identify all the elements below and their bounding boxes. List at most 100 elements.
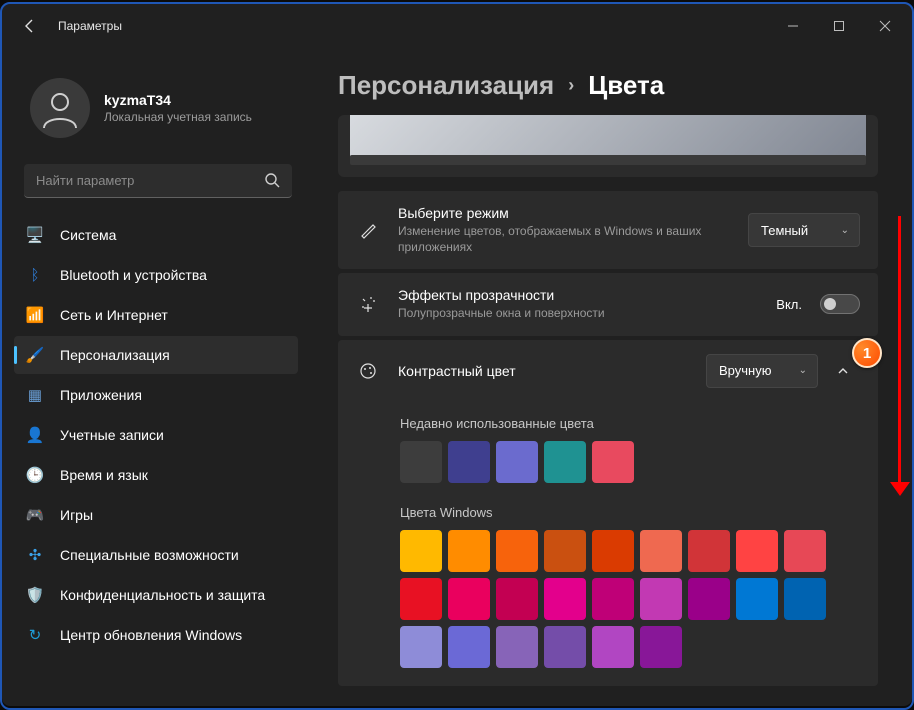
user-icon	[40, 88, 80, 128]
chevron-down-icon: ⌄	[841, 225, 849, 236]
color-swatch[interactable]	[400, 530, 442, 572]
sidebar-item-0[interactable]: 🖥️ Система	[14, 216, 298, 254]
sidebar-item-8[interactable]: ✣ Специальные возможности	[14, 536, 298, 574]
sidebar-item-3[interactable]: 🖌️Персонализация	[14, 336, 298, 374]
sidebar-item-5[interactable]: 👤 Учетные записи	[14, 416, 298, 454]
sidebar-item-4[interactable]: ▦ Приложения	[14, 376, 298, 414]
window-title: Параметры	[58, 19, 122, 33]
minimize-icon	[787, 20, 799, 32]
sidebar-icon: 👤	[26, 426, 44, 444]
color-swatch[interactable]	[592, 441, 634, 483]
breadcrumb: Персонализация › Цвета	[338, 56, 878, 115]
sidebar-icon: ᛒ	[26, 266, 44, 284]
color-swatch[interactable]	[736, 530, 778, 572]
sidebar-item-2[interactable]: 📶 Сеть и Интернет	[14, 296, 298, 334]
color-swatch[interactable]	[400, 626, 442, 668]
sidebar-item-10[interactable]: ↻ Центр обновления Windows	[14, 616, 298, 654]
color-swatch[interactable]	[400, 578, 442, 620]
color-swatch[interactable]	[496, 578, 538, 620]
sidebar-item-7[interactable]: 🎮Игры	[14, 496, 298, 534]
avatar	[30, 78, 90, 138]
color-swatch[interactable]	[544, 530, 586, 572]
sparkle-icon	[356, 295, 380, 313]
palette-icon	[356, 362, 380, 380]
color-swatch[interactable]	[640, 530, 682, 572]
maximize-button[interactable]	[816, 6, 862, 46]
sidebar-item-9[interactable]: 🛡️ Конфиденциальность и защита	[14, 576, 298, 614]
color-swatch[interactable]	[592, 530, 634, 572]
sidebar-icon: 🛡️	[26, 586, 44, 604]
sidebar-icon: ✣	[26, 546, 44, 564]
sidebar-item-label: Учетные записи	[60, 427, 164, 443]
close-icon	[879, 20, 891, 32]
annotation-badge-1: 1	[852, 338, 882, 368]
minimize-button[interactable]	[770, 6, 816, 46]
color-swatch[interactable]	[544, 578, 586, 620]
color-swatch[interactable]	[400, 441, 442, 483]
sidebar-icon: 🕒	[26, 466, 44, 484]
color-swatch[interactable]	[496, 441, 538, 483]
color-swatch[interactable]	[640, 626, 682, 668]
recent-colors-label: Недавно использованные цвета	[400, 416, 860, 431]
color-swatch[interactable]	[640, 578, 682, 620]
mode-subtitle: Изменение цветов, отображаемых в Windows…	[398, 223, 748, 255]
accent-dropdown[interactable]: Вручную ⌄	[706, 354, 818, 388]
color-swatch[interactable]	[784, 578, 826, 620]
mode-dropdown[interactable]: Темный ⌄	[748, 213, 860, 247]
sidebar-item-label: Конфиденциальность и защита	[60, 587, 265, 603]
sidebar-item-label: Приложения	[60, 387, 142, 403]
close-button[interactable]	[862, 6, 908, 46]
sidebar-icon: 📶	[26, 306, 44, 324]
back-button[interactable]	[10, 6, 50, 46]
sidebar-item-label: Центр обновления Windows	[60, 627, 242, 643]
sidebar-item-label: Система	[60, 227, 116, 243]
color-swatch[interactable]	[448, 530, 490, 572]
color-swatch[interactable]	[688, 578, 730, 620]
chevron-right-icon: ›	[568, 75, 574, 96]
color-swatch[interactable]	[544, 626, 586, 668]
windows-colors-grid	[400, 530, 860, 668]
color-swatch[interactable]	[784, 530, 826, 572]
chevron-down-icon: ⌄	[799, 365, 807, 376]
sidebar-item-label: Специальные возможности	[60, 547, 239, 563]
sidebar-icon: 🖌️	[26, 346, 44, 364]
search-input[interactable]	[24, 164, 292, 198]
color-swatch[interactable]	[448, 578, 490, 620]
mode-value: Темный	[761, 223, 808, 238]
breadcrumb-parent[interactable]: Персонализация	[338, 70, 554, 101]
color-swatch[interactable]	[592, 626, 634, 668]
mode-setting-row[interactable]: Выберите режим Изменение цветов, отображ…	[338, 191, 878, 269]
transparency-setting-row[interactable]: Эффекты прозрачности Полупрозрачные окна…	[338, 273, 878, 335]
color-swatch[interactable]	[496, 530, 538, 572]
color-swatch[interactable]	[448, 441, 490, 483]
color-swatch[interactable]	[496, 626, 538, 668]
sidebar-item-label: Игры	[60, 507, 93, 523]
chevron-up-icon	[837, 365, 849, 377]
color-swatch[interactable]	[544, 441, 586, 483]
accent-value: Вручную	[719, 363, 771, 378]
user-name: kyzmaT34	[104, 92, 252, 108]
color-swatch[interactable]	[448, 626, 490, 668]
color-swatch[interactable]	[736, 578, 778, 620]
sidebar-icon: ↻	[26, 626, 44, 644]
toggle-state-label: Вкл.	[776, 297, 802, 312]
sidebar-item-label: Сеть и Интернет	[60, 307, 168, 323]
sidebar-nav: 🖥️ Система ᛒ Bluetooth и устройства 📶 Сеть и …	[2, 216, 310, 656]
transparency-toggle[interactable]	[820, 294, 860, 314]
user-block: kyzmaT34 Локальная учетная запись	[2, 54, 310, 160]
color-swatch[interactable]	[592, 578, 634, 620]
sidebar-icon: 🖥️	[26, 226, 44, 244]
sidebar-item-1[interactable]: ᛒ Bluetooth и устройства	[14, 256, 298, 294]
color-swatch[interactable]	[688, 530, 730, 572]
transparency-subtitle: Полупрозрачные окна и поверхности	[398, 305, 776, 321]
sidebar-icon: ▦	[26, 386, 44, 404]
breadcrumb-current: Цвета	[588, 70, 664, 101]
recent-colors-row	[400, 441, 860, 483]
accent-setting-row[interactable]: Контрастный цвет Вручную ⌄	[338, 340, 878, 402]
sidebar-item-label: Bluetooth и устройства	[60, 267, 207, 283]
arrow-left-icon	[22, 18, 38, 34]
transparency-title: Эффекты прозрачности	[398, 287, 776, 303]
mode-title: Выберите режим	[398, 205, 748, 221]
sidebar-item-6[interactable]: 🕒Время и язык	[14, 456, 298, 494]
windows-colors-label: Цвета Windows	[400, 505, 860, 520]
